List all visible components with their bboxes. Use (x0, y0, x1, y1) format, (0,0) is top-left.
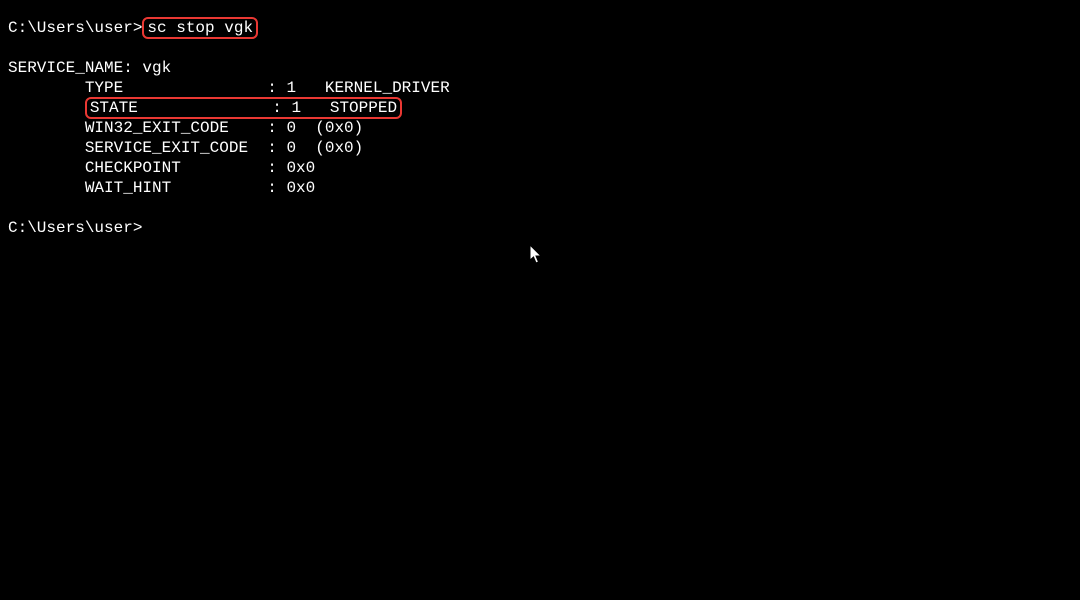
mouse-cursor-icon (530, 245, 546, 267)
service-exit-code-line: SERVICE_EXIT_CODE : 0 (0x0) (8, 138, 1072, 158)
state-line: STATE : 1 STOPPED (8, 98, 1072, 118)
terminal-output[interactable]: C:\Users\user> sc stop vgk SERVICE_NAME: … (8, 18, 1072, 238)
blank-line (8, 198, 1072, 218)
state-highlight: STATE : 1 STOPPED (85, 97, 402, 119)
checkpoint-line: CHECKPOINT : 0x0 (8, 158, 1072, 178)
prompt-text: C:\Users\user> (8, 19, 142, 37)
wait-hint-line: WAIT_HINT : 0x0 (8, 178, 1072, 198)
service-name-line: SERVICE_NAME: vgk (8, 58, 1072, 78)
type-line: TYPE : 1 KERNEL_DRIVER (8, 78, 1072, 98)
command-line: C:\Users\user> sc stop vgk (8, 18, 1072, 38)
prompt-line[interactable]: C:\Users\user> (8, 218, 1072, 238)
state-content: STATE : 1 STOPPED (90, 99, 397, 117)
blank-line (8, 38, 1072, 58)
command-text: sc stop vgk (147, 19, 253, 37)
command-highlight: sc stop vgk (142, 17, 258, 39)
win32-exit-code-line: WIN32_EXIT_CODE : 0 (0x0) (8, 118, 1072, 138)
state-prefix (8, 99, 85, 117)
